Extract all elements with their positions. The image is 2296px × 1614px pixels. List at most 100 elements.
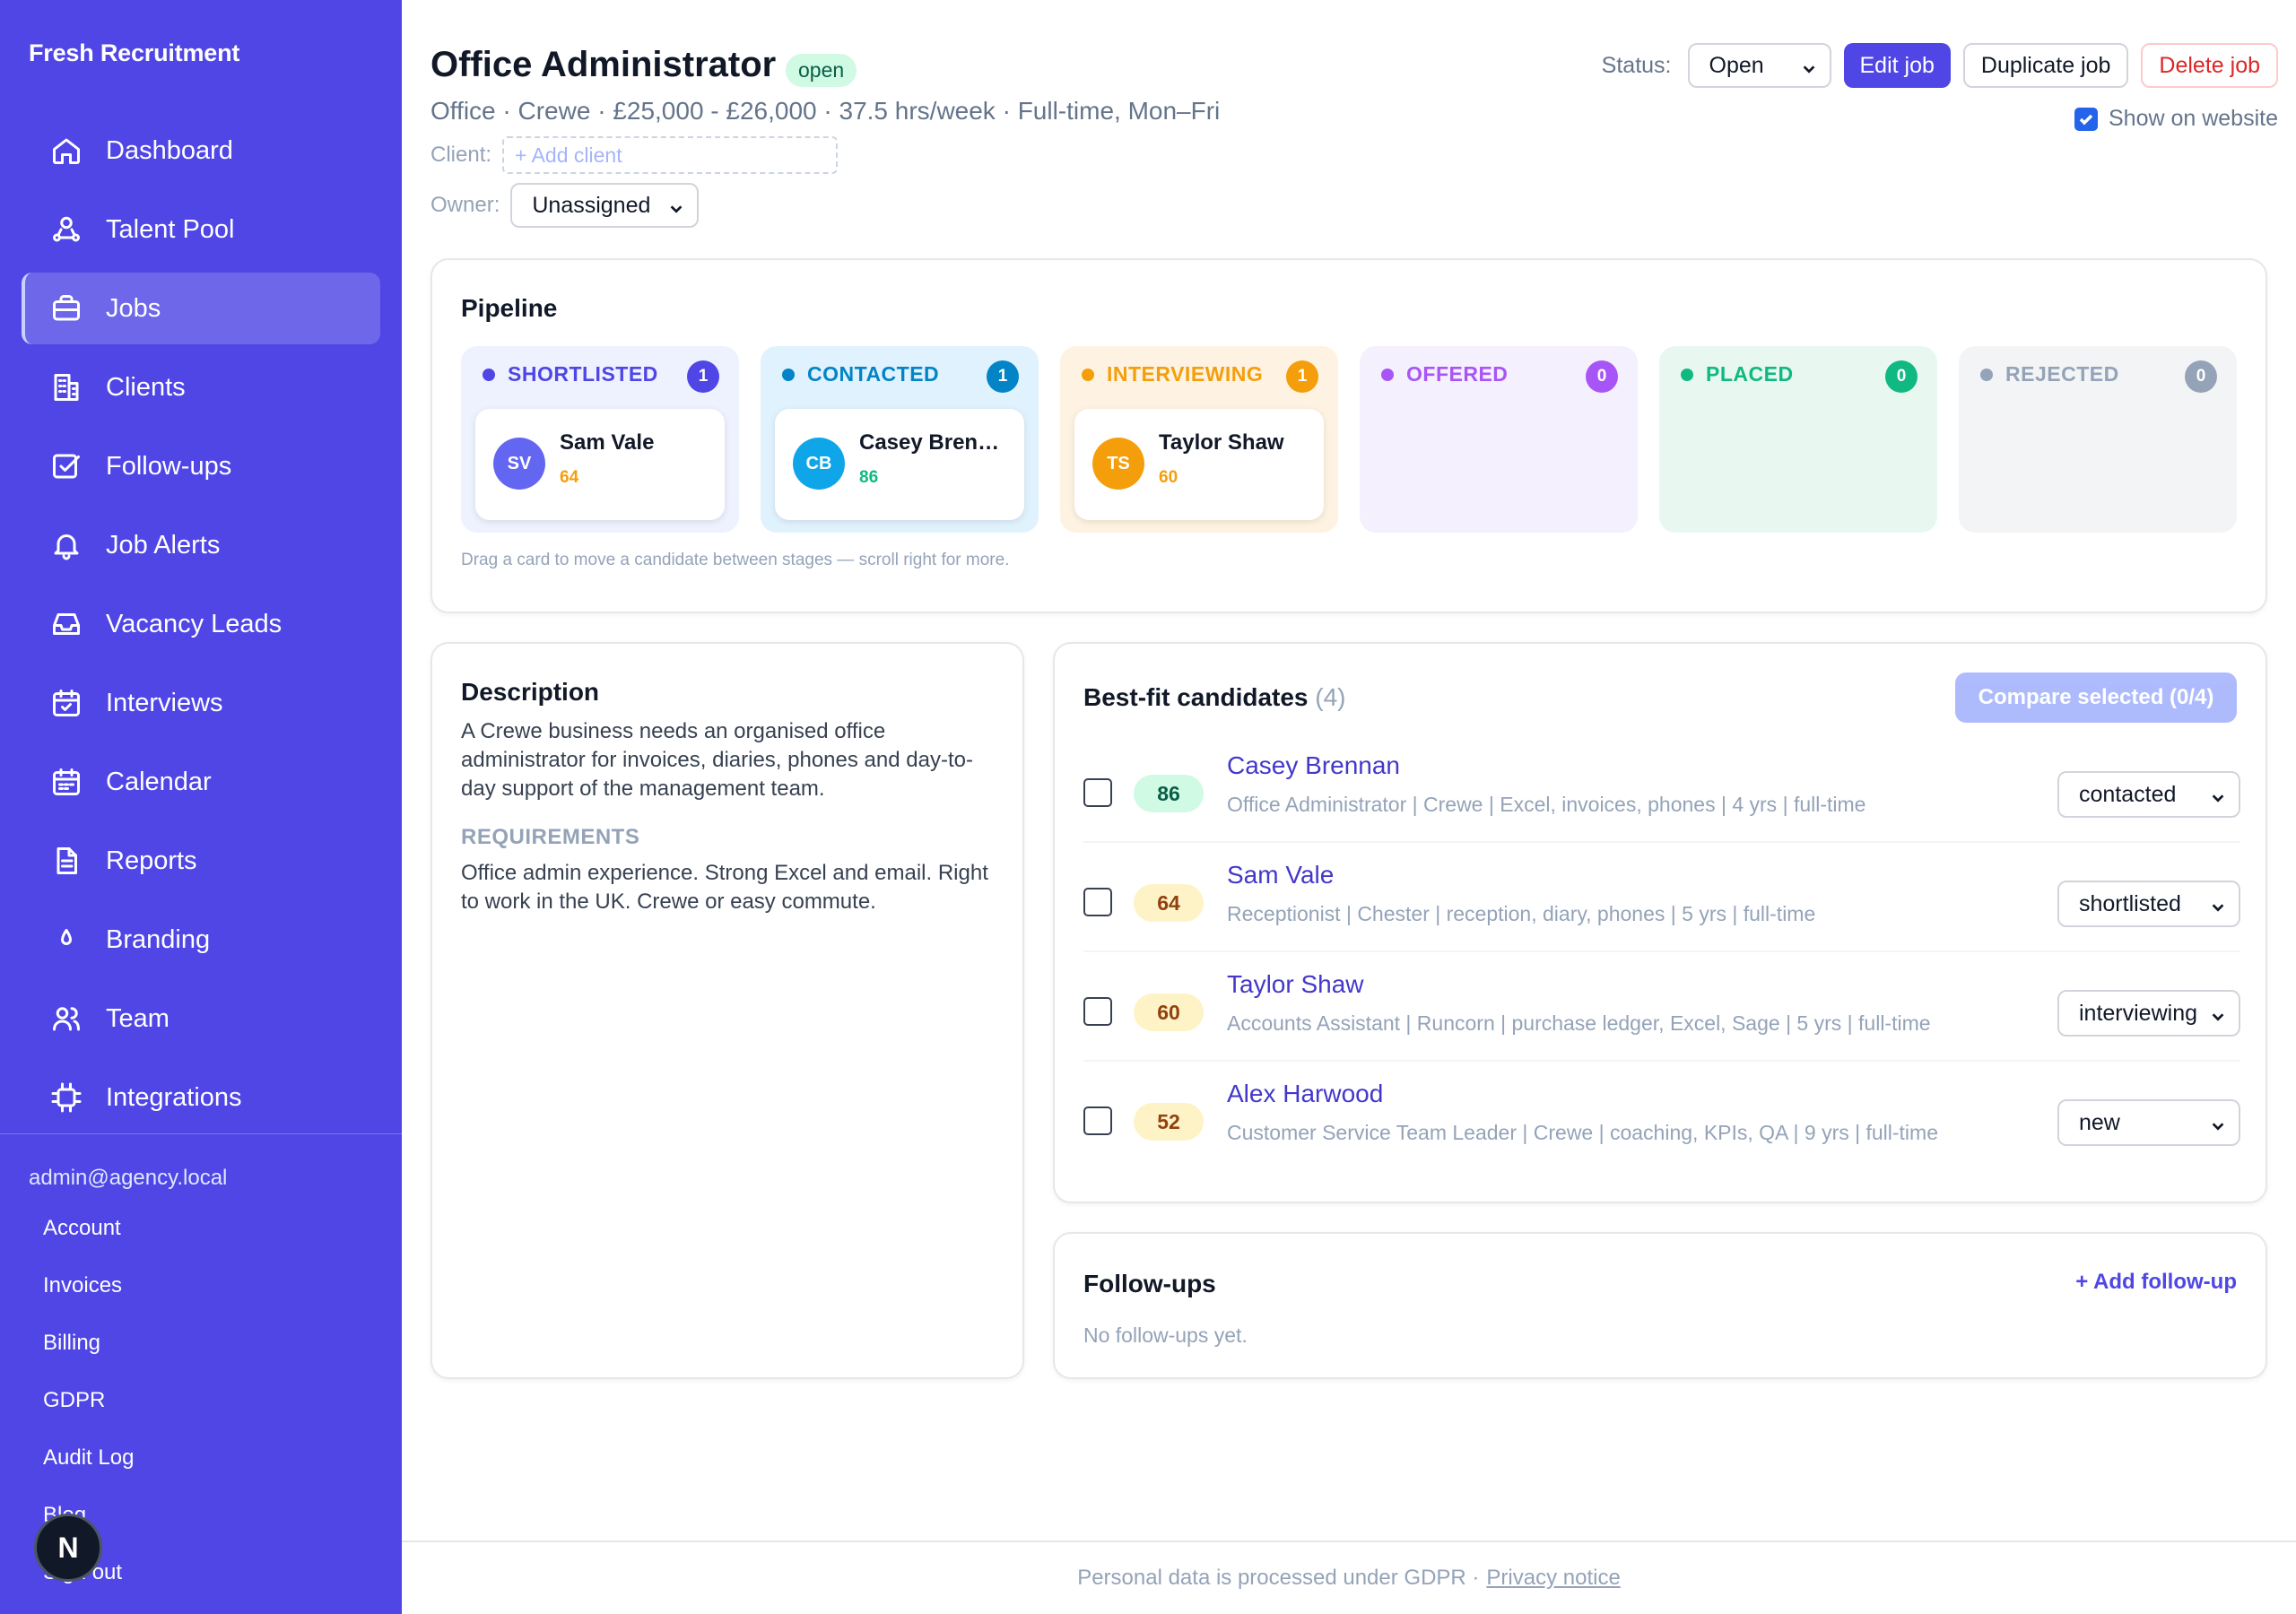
client-label: Client: (430, 143, 492, 167)
sidebar-item-job-alerts[interactable]: Job Alerts (22, 509, 380, 581)
sidebar-item-calendar[interactable]: Calendar (22, 746, 380, 818)
pipeline-candidate-card[interactable]: TS Taylor Shaw 60 (1074, 409, 1324, 520)
sidebar-item-integrations[interactable]: Integrations (22, 1062, 380, 1133)
link-audit-log[interactable]: Audit Log (43, 1440, 134, 1497)
candidate-stage-select[interactable]: contacted (2057, 771, 2240, 818)
calendar-icon (48, 764, 84, 800)
sidebar-item-dashboard[interactable]: Dashboard (22, 115, 380, 187)
sidebar-item-reports[interactable]: Reports (22, 825, 380, 897)
status-badge: open (786, 54, 857, 87)
inbox-icon (48, 606, 84, 642)
link-invoices[interactable]: Invoices (43, 1268, 134, 1325)
follow-ups-title: Follow-ups (1083, 1270, 1216, 1297)
pipeline-candidate-card[interactable]: CB Casey Brennan 86 (775, 409, 1024, 520)
chip-icon (48, 1080, 84, 1115)
stage-interviewing: INTERVIEWING 1 TS Taylor Shaw 60 (1060, 346, 1338, 533)
briefcase-icon (48, 291, 84, 326)
sidebar-item-team[interactable]: Team (22, 983, 380, 1054)
candidate-checkbox[interactable] (1083, 888, 1112, 916)
edit-job-button[interactable]: Edit job (1843, 43, 1951, 88)
link-account[interactable]: Account (43, 1210, 134, 1268)
stage-count: 0 (1885, 360, 1918, 393)
stage-header: SHORTLISTED (483, 362, 658, 386)
sidebar-item-follow-ups[interactable]: Follow-ups (22, 430, 380, 502)
sidebar-item-talent-pool[interactable]: Talent Pool (22, 194, 380, 265)
show-on-website-label: Show on website (2108, 106, 2278, 131)
candidate-stage-select[interactable]: interviewing (2057, 990, 2240, 1037)
compare-selected-button[interactable]: Compare selected (0/4) (1955, 672, 2237, 723)
add-follow-up-button[interactable]: + Add follow-up (2075, 1270, 2237, 1295)
duplicate-job-button[interactable]: Duplicate job (1962, 43, 2129, 88)
candidate-stage-select[interactable]: shortlisted (2057, 881, 2240, 927)
candidate-name-link[interactable]: Casey Brennan (1227, 751, 1400, 780)
document-icon (48, 843, 84, 879)
home-icon (48, 133, 84, 169)
show-on-website-checkbox[interactable] (2074, 107, 2098, 131)
stage-header: INTERVIEWING (1082, 362, 1263, 386)
chevron-down-icon (1801, 57, 1817, 74)
sidebar-item-label: Interviews (106, 688, 223, 717)
candidate-stage-select[interactable]: new (2057, 1099, 2240, 1146)
link-gdpr[interactable]: GDPR (43, 1383, 134, 1440)
users-network-icon (48, 212, 84, 247)
stage-dot (782, 368, 795, 381)
candidate-name-link[interactable]: Sam Vale (1227, 861, 1334, 889)
link-billing[interactable]: Billing (43, 1325, 134, 1383)
dev-tools-badge[interactable]: N (34, 1514, 102, 1582)
client-row: Client: + Add client (430, 136, 839, 174)
candidate-row: 64 Sam Vale Receptionist | Chester | rec… (1083, 843, 2240, 952)
candidate-name: Sam Vale (560, 430, 655, 455)
candidate-score-badge: 86 (1134, 775, 1204, 812)
candidate-checkbox[interactable] (1083, 997, 1112, 1026)
description-title: Description (461, 678, 600, 706)
stage-header: OFFERED (1381, 362, 1508, 386)
sidebar-item-interviews[interactable]: Interviews (22, 667, 380, 739)
candidate-score: 60 (1159, 468, 1178, 487)
avatar: TS (1092, 438, 1144, 490)
delete-job-button[interactable]: Delete job (2141, 43, 2278, 88)
stage-name: PLACED (1706, 362, 1794, 386)
brand-name[interactable]: Fresh Recruitment (29, 39, 239, 67)
job-subtitle: Office · Crewe · £25,000 - £26,000 · 37.… (430, 97, 1221, 125)
sidebar-item-label: Integrations (106, 1082, 242, 1112)
add-client-button[interactable]: + Add client (502, 136, 839, 174)
calendar-check-icon (48, 685, 84, 721)
sidebar-item-branding[interactable]: Branding (22, 904, 380, 976)
stage-name: REJECTED (2005, 362, 2119, 386)
stage-dot (483, 368, 495, 381)
stage-name: INTERVIEWING (1107, 362, 1264, 386)
stage-count: 1 (987, 360, 1019, 393)
pipeline-candidate-card[interactable]: SV Sam Vale 64 (475, 409, 725, 520)
status-select[interactable]: Open (1687, 43, 1831, 88)
stage-count: 1 (1286, 360, 1318, 393)
job-actions: Status: Open Edit job Duplicate job Dele… (1602, 43, 2278, 88)
candidate-row: 52 Alex Harwood Customer Service Team Le… (1083, 1062, 2240, 1171)
privacy-notice-link[interactable]: Privacy notice (1486, 1566, 1620, 1591)
candidate-name-link[interactable]: Alex Harwood (1227, 1080, 1383, 1108)
sidebar-item-vacancy-leads[interactable]: Vacancy Leads (22, 588, 380, 660)
description-card: Description A Crewe business needs an or… (430, 642, 1024, 1379)
team-icon (48, 1001, 84, 1037)
candidate-name: Casey Brennan (859, 430, 1012, 455)
sidebar-item-label: Jobs (106, 293, 161, 323)
stage-header: REJECTED (1980, 362, 2119, 386)
stage-count: 0 (2185, 360, 2217, 393)
candidate-checkbox[interactable] (1083, 778, 1112, 807)
sidebar-item-label: Team (106, 1003, 170, 1033)
candidate-name-link[interactable]: Taylor Shaw (1227, 970, 1364, 999)
sidebar-item-jobs[interactable]: Jobs (22, 273, 380, 344)
checkbox-icon (48, 448, 84, 484)
droplet-icon (48, 922, 84, 958)
candidate-checkbox[interactable] (1083, 1106, 1112, 1135)
requirements-text: Office admin experience. Strong Excel an… (461, 861, 988, 914)
stage-placed: PLACED 0 (1659, 346, 1937, 533)
owner-select[interactable]: Unassigned (510, 183, 700, 228)
show-on-website-toggle[interactable]: Show on website (2074, 106, 2278, 132)
sidebar-item-label: Follow-ups (106, 451, 232, 481)
stage-dot (1082, 368, 1094, 381)
stage-select-value: interviewing (2079, 1000, 2198, 1026)
candidate-row: 60 Taylor Shaw Accounts Assistant | Runc… (1083, 952, 2240, 1062)
page-title: Office Administrator (430, 45, 777, 84)
sidebar-item-clients[interactable]: Clients (22, 351, 380, 423)
stage-count: 0 (1586, 360, 1618, 393)
